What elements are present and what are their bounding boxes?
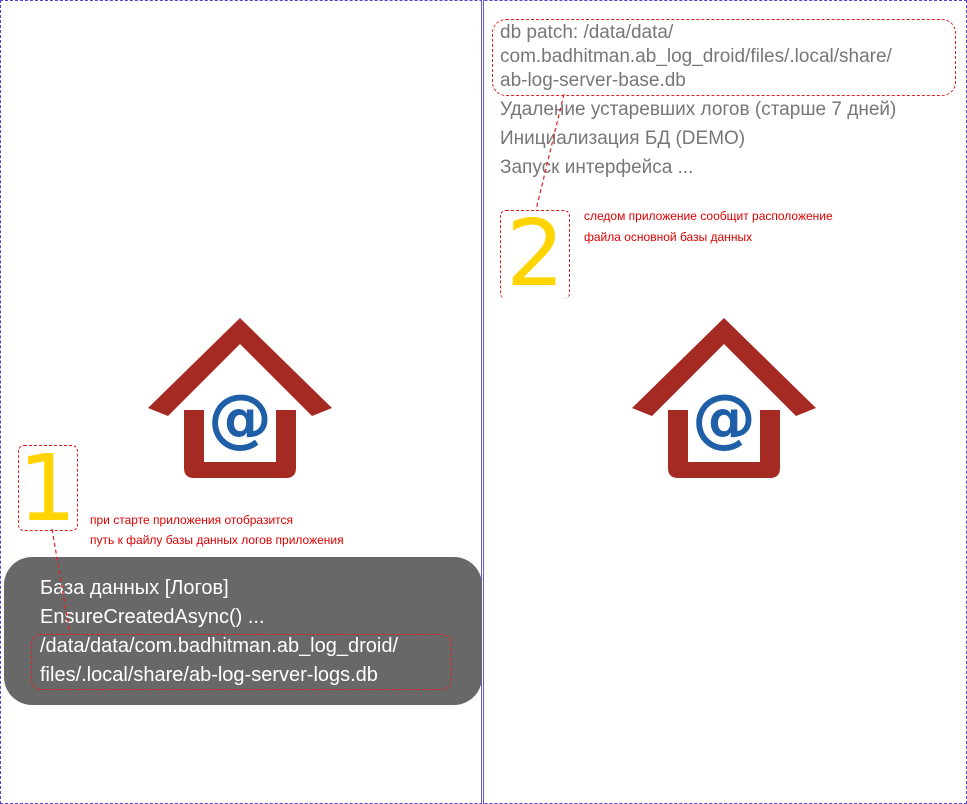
annotation-connector-lines <box>51 93 565 635</box>
connector-1 <box>51 528 71 635</box>
connector-2 <box>535 93 565 211</box>
